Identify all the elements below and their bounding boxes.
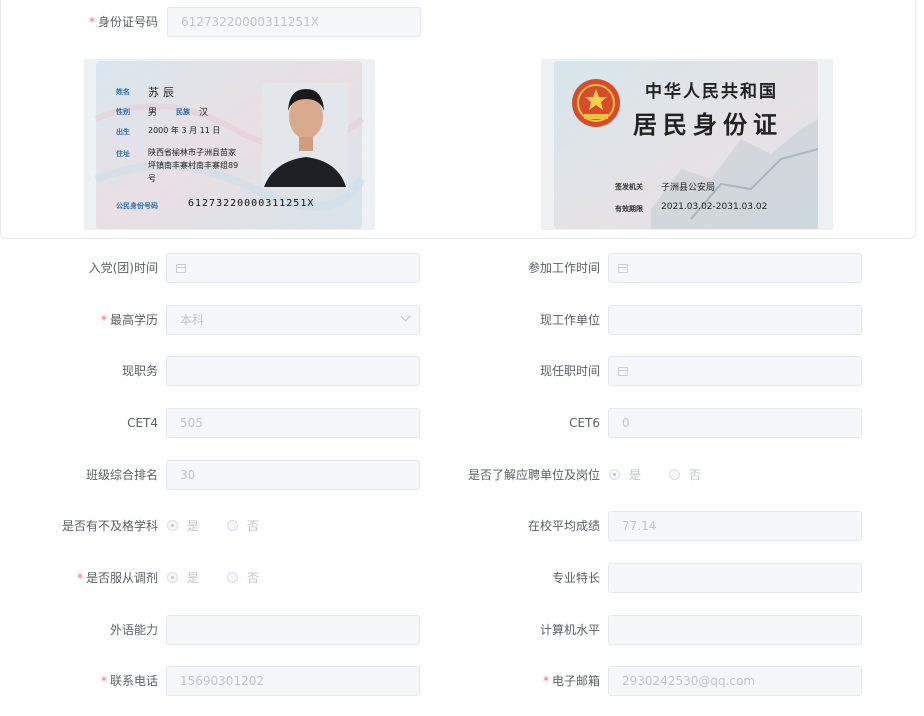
join-party-time-label: 入党(团)时间 (88, 261, 158, 275)
id-card-front-image: 姓名 苏辰 性别 男 民族 汉 出生 2000 年 3 月 11 日 住址 陕西… (84, 59, 375, 230)
cet6-label: CET6 (569, 416, 600, 430)
id-front-address-3: 号 (148, 174, 156, 183)
specialty-label: 专业特长 (551, 571, 600, 585)
failed-courses-radio-group: 是 否 (167, 511, 283, 541)
id-back-valid: 2021.03.02-2031.03.02 (661, 202, 768, 212)
email-label: * 电子邮箱 (542, 674, 600, 688)
email-input[interactable]: 2930242530@qq.com (608, 666, 862, 696)
chevron-down-icon (400, 311, 411, 322)
cet4-input[interactable]: 505 (166, 408, 420, 438)
language-ability-input[interactable] (166, 615, 420, 645)
language-ability-label: 外语能力 (109, 623, 158, 637)
id-front-idno: 61273220000311251X (188, 198, 315, 209)
failed-courses-label: 是否有不及格学科 (61, 519, 158, 533)
computer-level-input[interactable] (608, 615, 862, 645)
education-select[interactable]: 本科 (166, 305, 420, 335)
cet6-input[interactable]: 0 (608, 408, 862, 438)
phone-label: * 联系电话 (100, 674, 158, 688)
calendar-icon (618, 264, 628, 273)
work-start-time-picker[interactable] (608, 253, 862, 283)
accept-adjust-no[interactable]: 否 (226, 563, 259, 593)
id-back-issuer: 子洲县公安局 (661, 183, 716, 193)
class-rank-label: 班级综合排名 (85, 468, 158, 482)
id-number-label: * 身份证号码 (88, 15, 158, 29)
failed-courses-yes[interactable]: 是 (167, 511, 199, 541)
id-front-ethnic: 汉 (199, 108, 209, 118)
current-employer-label: 现工作单位 (539, 313, 600, 327)
understand-employer-yes[interactable]: 是 (609, 460, 641, 490)
gpa-input[interactable]: 77.14 (608, 511, 862, 541)
gpa-label: 在校平均成绩 (527, 519, 600, 533)
calendar-icon (618, 367, 628, 376)
id-front-birth-label: 出生 (116, 128, 130, 136)
id-back-issuer-label: 签发机关 (615, 183, 643, 191)
id-front-gender: 男 (148, 108, 158, 118)
specialty-input[interactable] (608, 563, 862, 593)
id-front-ethnic-label: 民族 (176, 108, 190, 116)
radio-unchecked-icon (226, 572, 238, 583)
id-front-gender-label: 性别 (116, 108, 130, 116)
understand-employer-label: 是否了解应聘单位及岗位 (467, 468, 600, 482)
class-rank-input[interactable]: 30 (166, 460, 420, 490)
id-front-birth: 2000 年 3 月 11 日 (148, 126, 221, 135)
current-employer-input[interactable] (608, 305, 862, 335)
radio-checked-icon (167, 572, 178, 583)
accept-adjust-label: * 是否服从调剂 (76, 571, 158, 585)
accept-adjust-yes[interactable]: 是 (167, 563, 199, 593)
radio-unchecked-icon (668, 469, 680, 480)
understand-employer-radio-group: 是 否 (609, 460, 725, 490)
id-back-title-2: 居民身份证 (633, 110, 783, 139)
position-time-picker[interactable] (608, 356, 862, 386)
radio-checked-icon (609, 469, 620, 480)
id-back-title-1: 中华人民共和国 (645, 82, 778, 102)
accept-adjust-radio-group: 是 否 (167, 563, 283, 593)
id-front-address-label: 住址 (116, 150, 130, 158)
id-front-idno-label: 公民身份号码 (116, 202, 158, 210)
id-number-input[interactable]: 61273220000311251X (167, 7, 421, 37)
current-position-input[interactable] (166, 356, 420, 386)
phone-input[interactable]: 15690301202 (166, 666, 420, 696)
id-back-valid-label: 有效期限 (615, 205, 643, 213)
calendar-icon (176, 264, 186, 273)
work-start-time-label: 参加工作时间 (527, 261, 600, 275)
join-party-time-picker[interactable] (166, 253, 420, 283)
current-position-label: 现职务 (121, 364, 158, 378)
cet4-label: CET4 (127, 416, 158, 430)
computer-level-label: 计算机水平 (539, 623, 600, 637)
id-front-address-2: 坪镇南丰寨村南丰寨组89 (148, 161, 239, 170)
radio-unchecked-icon (226, 520, 238, 531)
understand-employer-no[interactable]: 否 (668, 460, 701, 490)
id-front-address-1: 陕西省榆林市子洲县苗家 (148, 148, 236, 157)
id-front-name-label: 姓名 (116, 88, 130, 96)
id-card-back-image: 中华人民共和国 居民身份证 签发机关 子洲县公安局 有效期限 2021.03.0… (541, 59, 833, 230)
education-label: * 最高学历 (100, 313, 158, 327)
failed-courses-no[interactable]: 否 (226, 511, 259, 541)
position-time-label: 现任职时间 (539, 364, 600, 378)
id-front-name: 苏辰 (148, 86, 178, 99)
radio-checked-icon (167, 520, 178, 531)
